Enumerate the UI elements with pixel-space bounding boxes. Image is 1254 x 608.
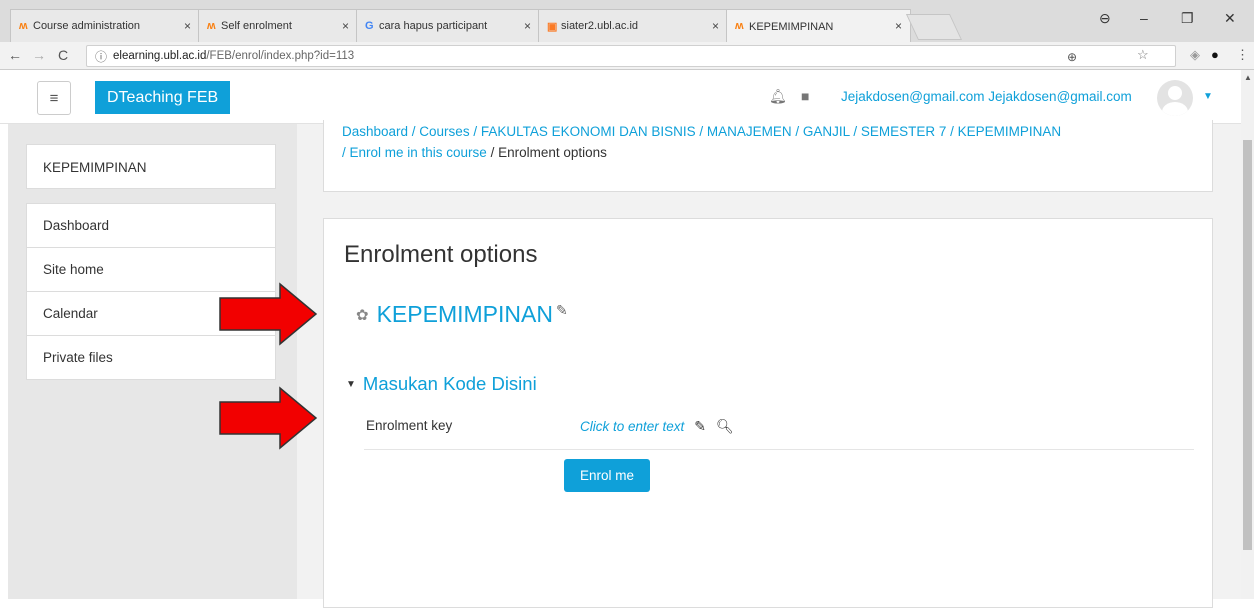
chevron-down-icon[interactable]: ▼ xyxy=(346,379,356,390)
page-body: KEPEMIMPINAN Dashboard Site home Calenda… xyxy=(8,120,1241,608)
breadcrumb: Dashboard / Courses / FAKULTAS EKONOMI D… xyxy=(323,120,1213,192)
search-icon[interactable]: 🔍︎ xyxy=(716,418,734,435)
extension-icon[interactable]: ● xyxy=(1211,47,1219,62)
close-icon[interactable]: × xyxy=(524,19,531,33)
xampp-icon: ▣ xyxy=(547,21,558,33)
enrol-section-header[interactable]: ▼ Masukan Kode Disini xyxy=(346,373,537,395)
course-title: ✿ KEPEMIMPINAN ✎ xyxy=(356,301,568,328)
scroll-up-icon[interactable]: ▲ xyxy=(1244,73,1252,82)
annotation-arrow-icon xyxy=(219,386,318,450)
page-title: Enrolment options xyxy=(344,241,538,268)
maximize-icon[interactable]: ❐ xyxy=(1181,10,1194,27)
new-tab-button[interactable] xyxy=(905,14,963,40)
close-icon[interactable]: × xyxy=(712,19,719,33)
sidebar-course-block[interactable]: KEPEMIMPINAN xyxy=(26,144,276,189)
page-scrollbar[interactable]: ▲ xyxy=(1241,70,1254,599)
breadcrumb-line[interactable]: Dashboard / Courses / FAKULTAS EKONOMI D… xyxy=(342,124,1061,139)
breadcrumb-enrol-link[interactable]: / Enrol me in this course xyxy=(342,145,487,160)
avatar[interactable] xyxy=(1157,80,1193,116)
moodle-icon: ʍ xyxy=(735,20,744,32)
scrollbar-thumb[interactable] xyxy=(1243,140,1252,550)
tab-course-administration[interactable]: ʍ Course administration × xyxy=(10,9,200,42)
sidebar-item-course[interactable]: KEPEMIMPINAN xyxy=(27,145,275,189)
main-content: Enrolment options ✿ KEPEMIMPINAN ✎ ▼ Mas… xyxy=(323,218,1213,608)
reload-icon[interactable]: C xyxy=(58,47,68,63)
menu-icon[interactable]: ⋮ xyxy=(1236,47,1249,63)
chat-icon[interactable]: ■ xyxy=(801,88,809,104)
site-navbar: ≡ DTeaching FEB 🔔︎ ■ Jejakdosen@gmail.co… xyxy=(0,70,1241,124)
site-brand-link[interactable]: DTeaching FEB xyxy=(95,81,231,114)
enrolment-key-input[interactable]: Click to enter text xyxy=(580,419,684,434)
enrol-me-button[interactable]: Enrol me xyxy=(564,459,650,492)
close-icon[interactable]: × xyxy=(895,19,902,33)
forward-icon[interactable]: → xyxy=(32,47,46,63)
course-title-link[interactable]: KEPEMIMPINAN xyxy=(377,301,553,328)
tab-siater2[interactable]: ▣ siater2.ubl.ac.id × xyxy=(538,9,728,42)
tab-kepemimpinan[interactable]: ʍ KEPEMIMPINAN × xyxy=(726,9,911,43)
zoom-icon[interactable]: ⊕ xyxy=(1067,50,1085,64)
google-icon: G xyxy=(365,20,374,32)
minimize-icon[interactable]: – xyxy=(1140,10,1148,26)
enrolment-key-label: Enrolment key xyxy=(366,418,453,433)
edit-icon[interactable]: ✎ xyxy=(556,302,568,319)
profile-icon[interactable]: ⊖ xyxy=(1099,10,1111,27)
user-name-link[interactable]: Jejakdosen@gmail.com Jejakdosen@gmail.co… xyxy=(841,89,1132,104)
back-icon[interactable]: ← xyxy=(8,47,22,63)
divider xyxy=(364,449,1194,450)
hamburger-menu-button[interactable]: ≡ xyxy=(37,81,71,115)
moodle-icon: ʍ xyxy=(19,20,28,32)
url-input[interactable]: ⓘ elearning.ubl.ac.id/FEB/enrol/index.ph… xyxy=(86,45,1176,67)
close-icon[interactable]: × xyxy=(184,19,191,33)
tab-self-enrolment[interactable]: ʍ Self enrolment × xyxy=(198,9,358,42)
close-window-icon[interactable]: ✕ xyxy=(1224,10,1236,27)
close-icon[interactable]: × xyxy=(342,19,349,33)
chevron-down-icon[interactable]: ▼ xyxy=(1203,91,1213,102)
breadcrumb-line: / Enrol me in this course / Enrolment op… xyxy=(342,145,607,160)
extension-icon[interactable]: ◈ xyxy=(1190,47,1200,63)
course-icon: ✿ xyxy=(356,306,369,324)
sidebar-item-dashboard[interactable]: Dashboard xyxy=(27,204,275,248)
annotation-arrow-icon xyxy=(219,282,318,346)
address-bar-row: ← → C ⓘ elearning.ubl.ac.id/FEB/enrol/in… xyxy=(0,42,1254,70)
enrolment-key-field[interactable]: Click to enter text ✎ 🔍︎ xyxy=(580,418,734,435)
tab-google-search[interactable]: G cara hapus participant di × xyxy=(356,9,540,42)
section-title[interactable]: Masukan Kode Disini xyxy=(363,373,537,395)
star-icon[interactable]: ☆ xyxy=(1137,47,1149,63)
pencil-icon[interactable]: ✎ xyxy=(694,418,706,435)
browser-tab-strip: ʍ Course administration × ʍ Self enrolme… xyxy=(0,0,1254,43)
moodle-icon: ʍ xyxy=(207,20,216,32)
info-icon: ⓘ xyxy=(95,49,108,64)
breadcrumb-current: / Enrolment options xyxy=(490,145,607,160)
bell-icon[interactable]: 🔔︎ xyxy=(769,88,787,105)
